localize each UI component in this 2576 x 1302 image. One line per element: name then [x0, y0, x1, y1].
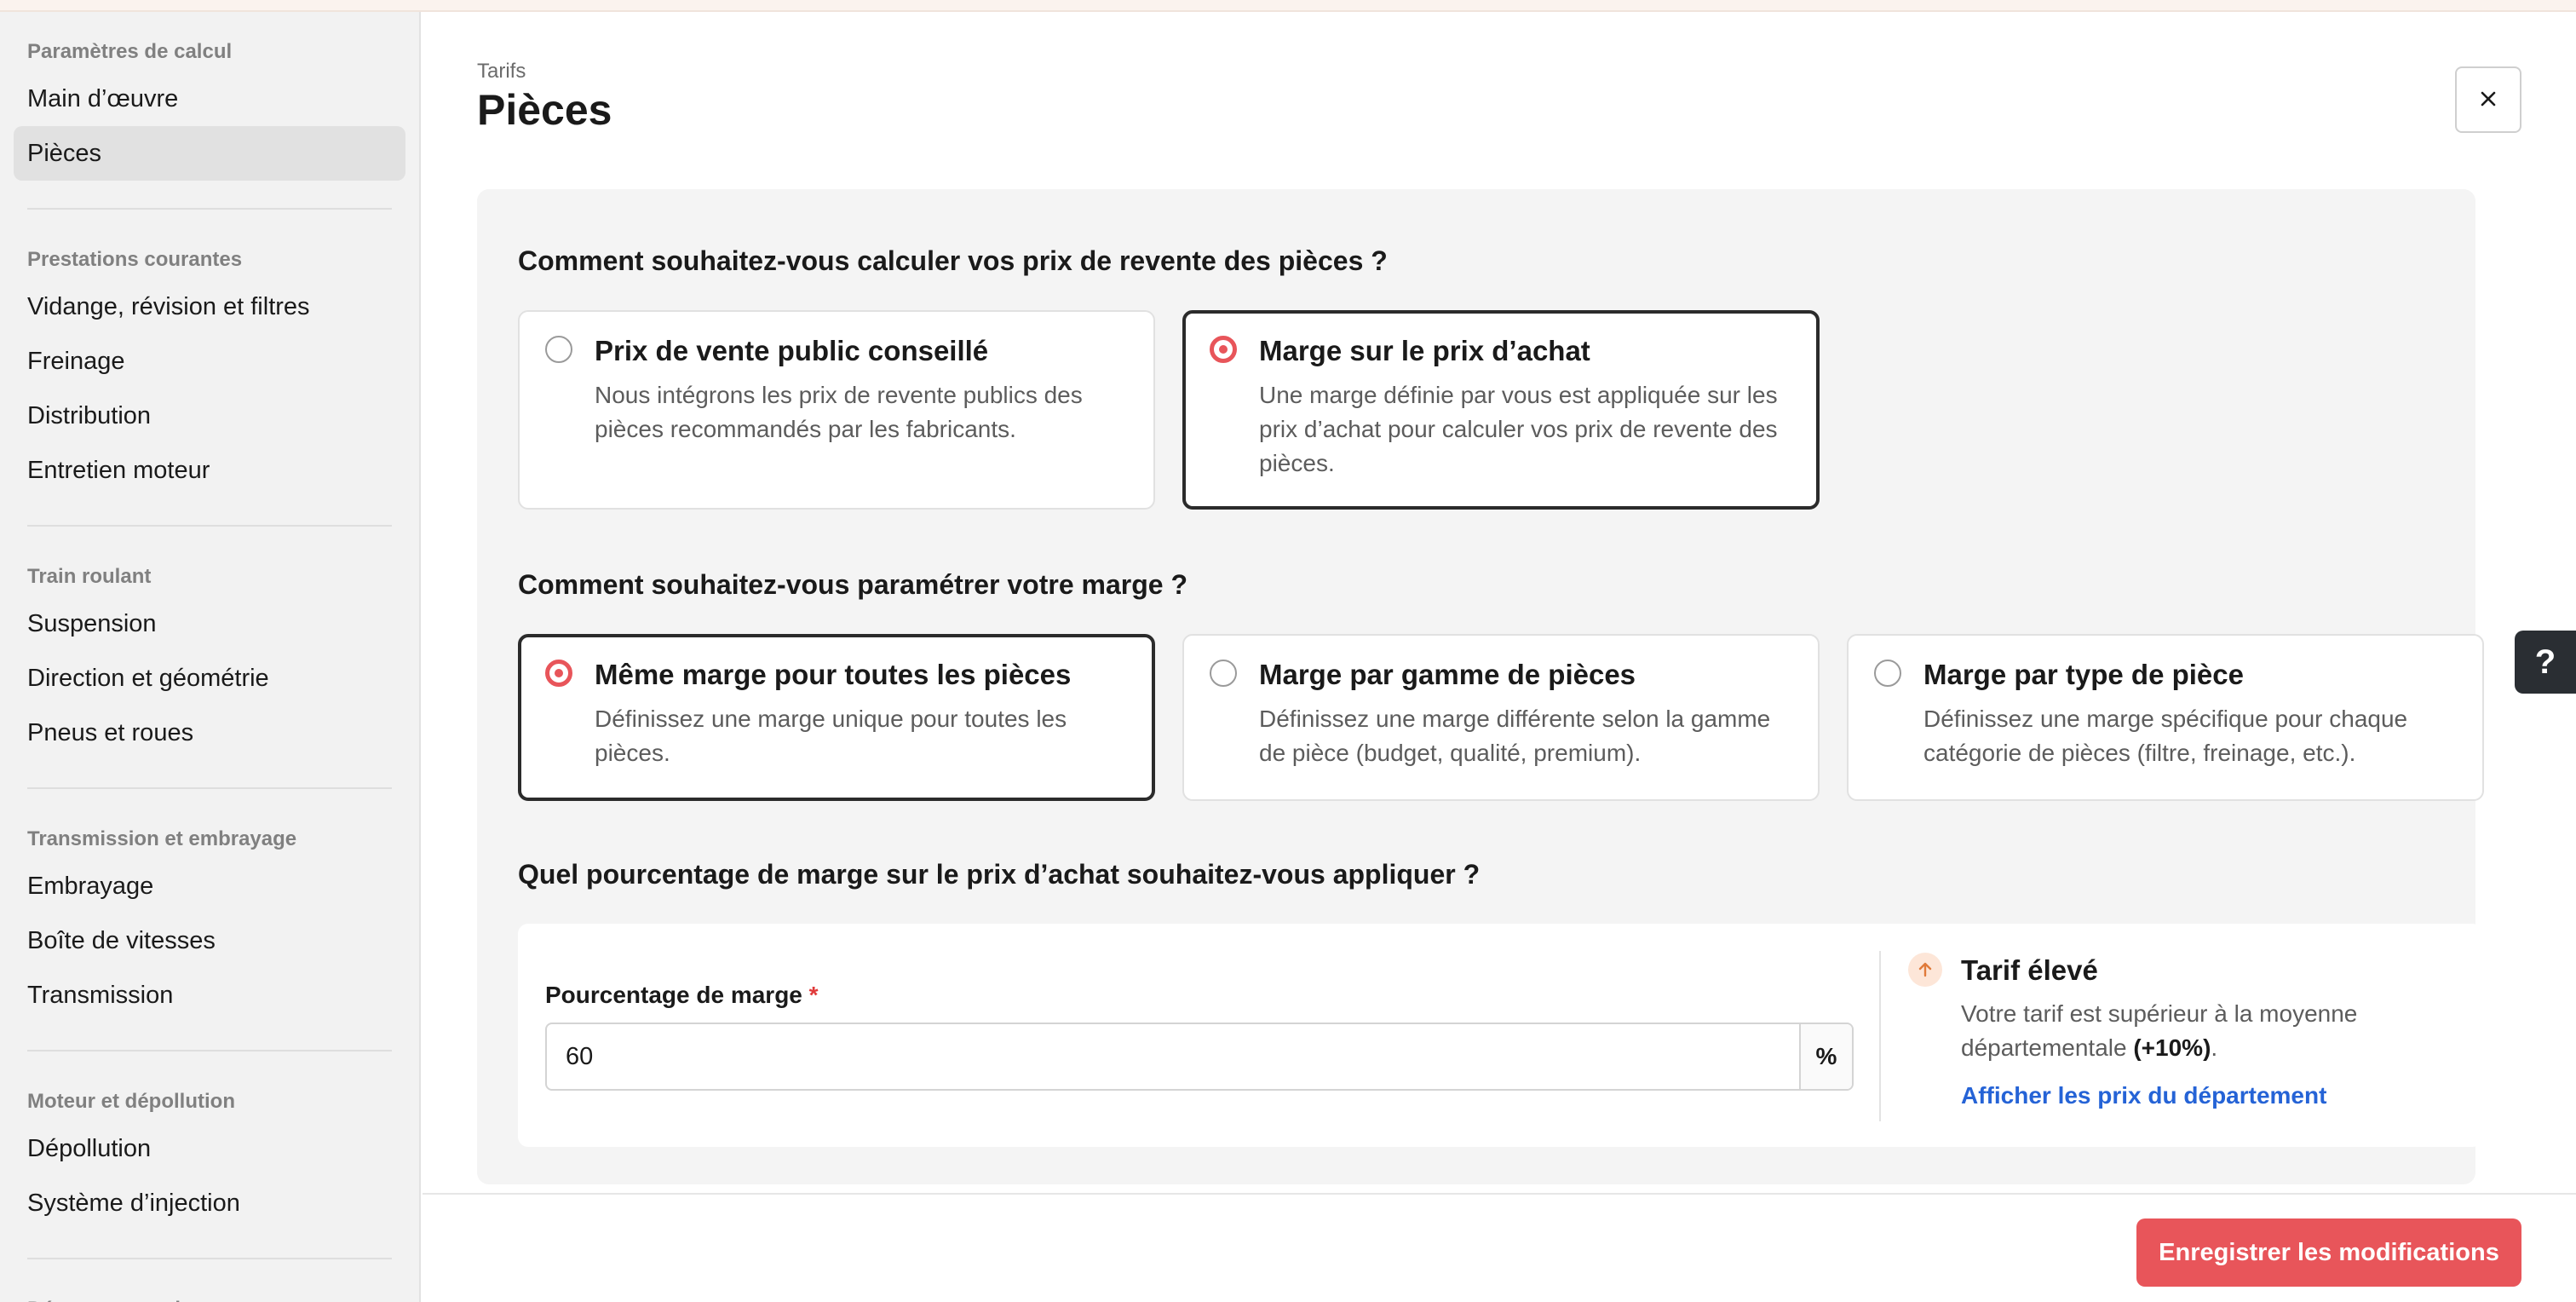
sidebar-item-embrayage[interactable]: Embrayage: [14, 859, 405, 913]
option-title: Prix de vente public conseillé: [595, 335, 989, 366]
help-button[interactable]: ?: [2515, 631, 2576, 694]
radio-unselected[interactable]: [545, 336, 572, 363]
sidebar-item-depollution[interactable]: Dépollution: [14, 1121, 405, 1176]
required-mark: *: [808, 982, 819, 1008]
option-marge-gamme[interactable]: Marge par gamme de pièces Définissez une…: [1182, 634, 1820, 801]
radio-unselected[interactable]: [1210, 660, 1237, 687]
main-content: Tarifs Pièces Comment souhaitez-vous cal…: [423, 12, 2576, 1302]
option-description: Nous intégrons les prix de revente publi…: [595, 382, 1083, 442]
sidebar-group-title: Moteur et dépollution: [27, 1090, 235, 1113]
option-prix-public[interactable]: Prix de vente public conseillé Nous inté…: [518, 310, 1155, 510]
close-button[interactable]: [2455, 66, 2521, 133]
sidebar-group-title: Transmission et embrayage: [27, 827, 297, 850]
radio-selected[interactable]: [545, 660, 572, 687]
sidebar-item-pieces[interactable]: Pièces: [14, 126, 405, 181]
sidebar-item-main-oeuvre[interactable]: Main d’œuvre: [14, 72, 405, 126]
close-icon: [2478, 89, 2498, 112]
sidebar-group-title: Train roulant: [27, 565, 152, 588]
help-icon: ?: [2534, 642, 2556, 681]
sidebar-divider: [27, 525, 392, 527]
option-title: Même marge pour toutes les pièces: [595, 659, 1072, 690]
option-description: Une marge définie par vous est appliquée…: [1259, 382, 1778, 476]
option-description: Définissez une marge spécifique pour cha…: [1923, 706, 2408, 766]
save-button[interactable]: Enregistrer les modifications: [2136, 1218, 2521, 1287]
margin-label-text: Pourcentage de marge: [545, 982, 802, 1008]
sidebar-item-pneus[interactable]: Pneus et roues: [14, 706, 405, 760]
footer-bar: Enregistrer les modifications: [423, 1193, 2576, 1302]
margin-mode-question: Comment souhaitez-vous paramétrer votre …: [518, 569, 1187, 600]
margin-percentage-input[interactable]: [547, 1024, 1799, 1089]
vertical-divider: [1879, 951, 1881, 1121]
option-title: Marge par gamme de pièces: [1259, 659, 1636, 690]
sidebar-item-distribution[interactable]: Distribution: [14, 389, 405, 443]
settings-panel: Comment souhaitez-vous calculer vos prix…: [477, 189, 2484, 1184]
margin-card: Pourcentage de marge * % Tarif élevé Vot…: [518, 924, 2482, 1147]
sidebar-group-title: Paramètres de calcul: [27, 40, 233, 63]
sidebar-group-title: Prestations courantes: [27, 248, 243, 271]
page-title: Pièces: [477, 86, 612, 134]
department-prices-link[interactable]: Afficher les prix du département: [1961, 1082, 2326, 1109]
alert-text-end: .: [2211, 1034, 2218, 1061]
breadcrumb[interactable]: Tarifs: [477, 60, 526, 84]
sidebar-divider: [27, 208, 392, 210]
alert-text-bold: (+10%): [2133, 1034, 2211, 1061]
sidebar-item-injection[interactable]: Système d’injection: [14, 1176, 405, 1230]
option-description: Définissez une marge différente selon la…: [1259, 706, 1771, 766]
option-marge-achat[interactable]: Marge sur le prix d’achat Une marge défi…: [1182, 310, 1820, 510]
option-title: Marge par type de pièce: [1923, 659, 2244, 690]
sidebar: Paramètres de calcul Main d’œuvre Pièces…: [0, 12, 421, 1302]
arrow-up-icon: [1908, 953, 1942, 987]
sidebar-divider: [27, 1258, 392, 1259]
top-strip: [0, 0, 2576, 12]
option-marge-type[interactable]: Marge par type de pièce Définissez une m…: [1847, 634, 2484, 801]
sidebar-divider: [27, 1050, 392, 1051]
sidebar-item-transmission[interactable]: Transmission: [14, 968, 405, 1023]
option-meme-marge[interactable]: Même marge pour toutes les pièces Défini…: [518, 634, 1155, 801]
sidebar-item-freinage[interactable]: Freinage: [14, 334, 405, 389]
sidebar-item-entretien-moteur[interactable]: Entretien moteur: [14, 443, 405, 498]
margin-field-label: Pourcentage de marge *: [545, 982, 819, 1009]
percent-suffix: %: [1799, 1024, 1852, 1089]
radio-selected[interactable]: [1210, 336, 1237, 363]
sidebar-divider: [27, 787, 392, 789]
sidebar-item-direction[interactable]: Direction et géométrie: [14, 651, 405, 706]
radio-unselected[interactable]: [1874, 660, 1901, 687]
sidebar-group-title: Démarrage et charge: [14, 1290, 405, 1302]
sidebar-item-vidange[interactable]: Vidange, révision et filtres: [14, 279, 405, 334]
option-description: Définissez une marge unique pour toutes …: [595, 706, 1067, 766]
option-title: Marge sur le prix d’achat: [1259, 335, 1590, 366]
pricing-question: Comment souhaitez-vous calculer vos prix…: [518, 245, 1388, 276]
margin-value-question: Quel pourcentage de marge sur le prix d’…: [518, 859, 1481, 890]
sidebar-item-boite-vitesses[interactable]: Boîte de vitesses: [14, 913, 405, 968]
alert-text: Votre tarif est supérieur à la moyenne d…: [1961, 997, 2438, 1065]
alert-title: Tarif élevé: [1961, 954, 2098, 986]
margin-input-group: %: [545, 1023, 1854, 1091]
sidebar-item-suspension[interactable]: Suspension: [14, 596, 405, 651]
